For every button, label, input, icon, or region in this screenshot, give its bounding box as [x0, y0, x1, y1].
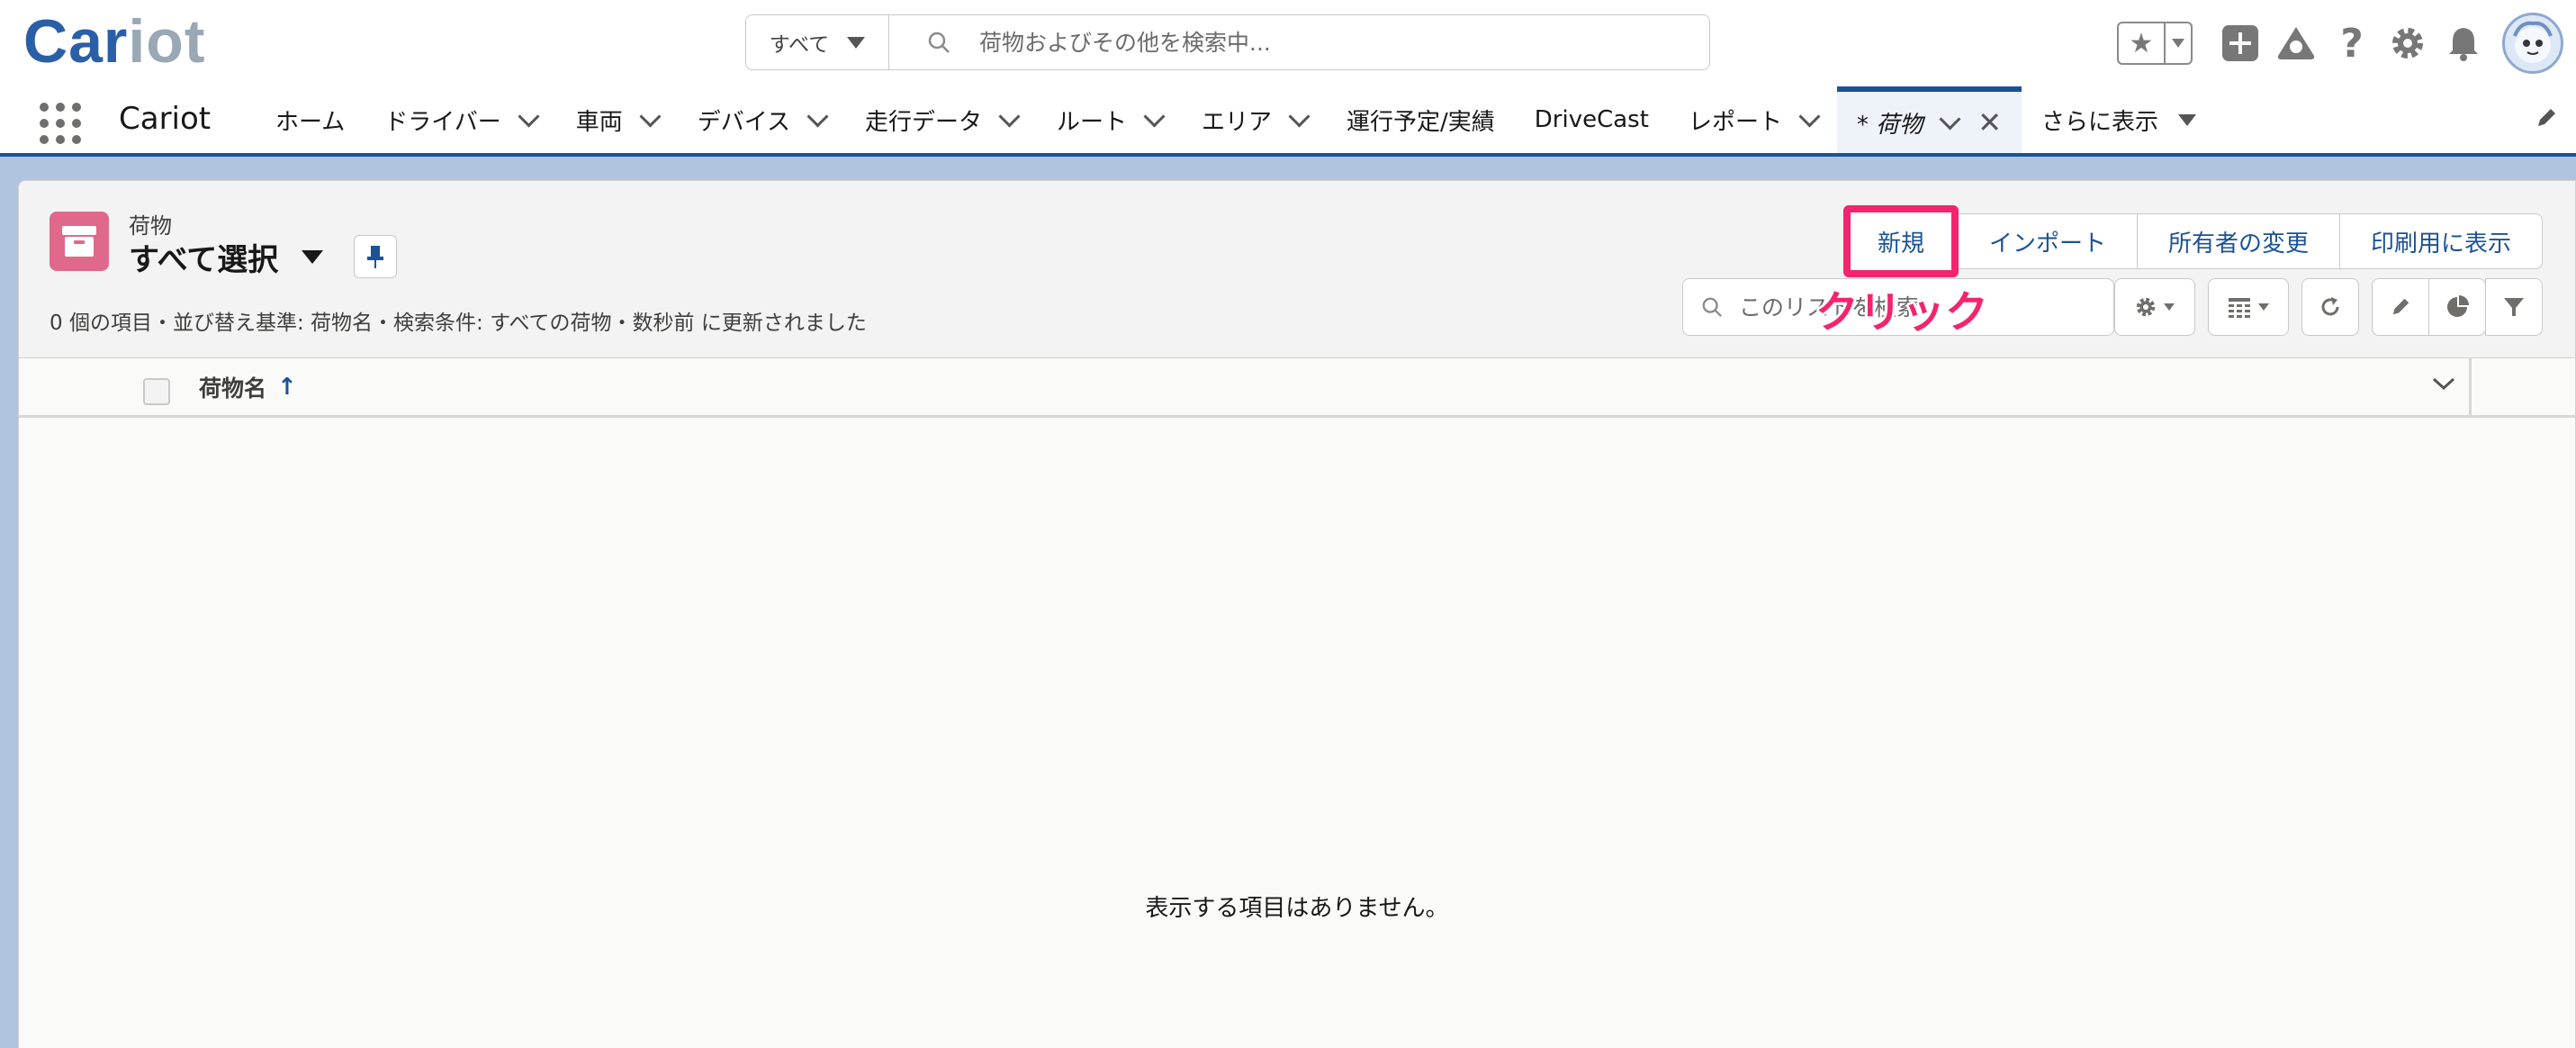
refresh-button[interactable]	[2301, 278, 2359, 336]
sort-ascending-icon: ↑	[277, 374, 297, 401]
list-view-selector[interactable]: すべて選択	[129, 235, 324, 279]
nav-item-operations[interactable]: 運行予定/実績	[1327, 86, 1515, 153]
search-scope-label: すべて	[769, 33, 830, 57]
caret-down-icon[interactable]	[302, 250, 324, 264]
user-avatar[interactable]	[2502, 13, 2563, 74]
list-table: 荷物名 ↑ 表示する項目はありません。	[19, 357, 2575, 1048]
edit-chart-group	[2372, 278, 2486, 336]
nav-item-drivers[interactable]: ドライバー	[365, 86, 555, 153]
help-icon[interactable]: ?	[2324, 15, 2380, 71]
table-icon	[2229, 298, 2250, 318]
new-button[interactable]: 新規	[1842, 205, 1959, 277]
nav-more[interactable]: さらに表示	[2022, 86, 2216, 153]
search-icon	[928, 32, 950, 53]
nav-item-devices[interactable]: デバイス	[678, 86, 845, 153]
global-search: すべて	[745, 14, 1710, 70]
caret-down-icon	[2178, 113, 2197, 126]
pin-icon	[367, 246, 383, 268]
app-nav-bar: Cariot ホーム ドライバー 車両 デバイス 走行データ ルート エリア 運…	[0, 86, 2576, 157]
select-all-checkbox[interactable]	[143, 378, 170, 405]
chevron-down-icon[interactable]	[1798, 104, 1821, 128]
chevron-down-icon[interactable]	[1288, 104, 1311, 128]
favorites-star-icon[interactable]: ★	[2119, 23, 2166, 63]
chart-pie-icon	[2447, 295, 2469, 317]
table-header: 荷物名 ↑	[19, 358, 2575, 418]
app-name: Cariot	[119, 101, 212, 137]
search-icon	[1702, 297, 1722, 317]
column-divider	[2469, 358, 2472, 418]
gear-icon	[2136, 297, 2156, 317]
chevron-down-icon[interactable]	[1143, 104, 1166, 128]
edit-nav-pencil-icon[interactable]	[2535, 106, 2558, 133]
nav-item-home[interactable]: ホーム	[256, 86, 365, 153]
inline-edit-button[interactable]	[2372, 278, 2429, 336]
list-settings-button[interactable]	[2114, 278, 2195, 336]
add-icon[interactable]	[2212, 15, 2268, 71]
click-annotation: クリック	[1815, 287, 1989, 338]
global-header: Cariot すべて ★ ?	[0, 0, 2576, 86]
chevron-down-icon[interactable]	[806, 104, 829, 128]
nav-item-drivecast[interactable]: DriveCast	[1515, 86, 1669, 153]
chevron-down-icon[interactable]	[518, 104, 540, 128]
filter-icon	[2504, 298, 2524, 316]
favorites-button-group[interactable]: ★	[2117, 22, 2193, 65]
chevron-down-icon	[2432, 377, 2455, 391]
setup-gear-icon[interactable]	[2380, 15, 2436, 71]
app-launcher-icon[interactable]	[40, 103, 81, 144]
nav-item-routes[interactable]: ルート	[1037, 86, 1182, 153]
display-as-button[interactable]	[2208, 278, 2289, 336]
notifications-bell-icon[interactable]	[2436, 15, 2491, 71]
list-meta-info: 0 個の項目・並び替え基準: 荷物名・検索条件: すべての荷物・数秒前 に更新さ…	[50, 312, 867, 335]
pencil-icon	[2392, 298, 2409, 315]
cariot-logo[interactable]: Car iot	[23, 7, 205, 76]
chevron-down-icon[interactable]	[639, 104, 662, 128]
refresh-icon	[2321, 297, 2339, 316]
search-input[interactable]	[977, 28, 1701, 57]
nav-item-areas[interactable]: エリア	[1182, 86, 1327, 153]
list-tools	[2114, 278, 2543, 336]
column-header-cargo-name[interactable]: 荷物名 ↑	[199, 371, 297, 403]
nav-item-cargo-active[interactable]: * 荷物 ✕	[1836, 86, 2022, 153]
nav-item-drive-data[interactable]: 走行データ	[845, 86, 1037, 153]
search-field	[889, 15, 1709, 69]
filter-button[interactable]	[2485, 278, 2543, 336]
header-utility-icons: ★ ?	[2117, 13, 2576, 74]
nav-item-vehicles[interactable]: 車両	[556, 86, 678, 153]
nav-item-reports[interactable]: レポート	[1669, 86, 1837, 153]
chevron-down-icon[interactable]	[998, 104, 1021, 128]
caret-down-icon	[847, 36, 866, 49]
printable-view-button[interactable]: 印刷用に表示	[2338, 213, 2543, 269]
column-actions-chevron[interactable]	[2431, 375, 2456, 396]
trailhead-icon[interactable]	[2268, 15, 2324, 71]
close-tab-icon[interactable]: ✕	[1977, 105, 2002, 140]
nav-items: ホーム ドライバー 車両 デバイス 走行データ ルート エリア 運行予定/実績 …	[256, 86, 2216, 153]
change-owner-button[interactable]: 所有者の変更	[2136, 213, 2340, 269]
favorites-dropdown[interactable]	[2166, 23, 2191, 63]
list-view-name: すべて選択	[129, 242, 279, 278]
search-scope-select[interactable]: すべて	[746, 15, 889, 69]
list-action-buttons: 新規 インポート 所有者の変更 印刷用に表示	[1842, 205, 2543, 277]
cargo-object-icon	[50, 212, 109, 271]
empty-state-message: 表示する項目はありません。	[1145, 895, 1449, 922]
import-button[interactable]: インポート	[1957, 213, 2138, 269]
pin-list-view-button[interactable]	[354, 235, 397, 278]
show-chart-button[interactable]	[2428, 278, 2486, 336]
chevron-down-icon[interactable]	[1939, 107, 1961, 131]
list-view-panel: 荷物 すべて選択 0 個の項目・並び替え基準: 荷物名・検索条件: すべての荷物…	[18, 180, 2576, 1048]
